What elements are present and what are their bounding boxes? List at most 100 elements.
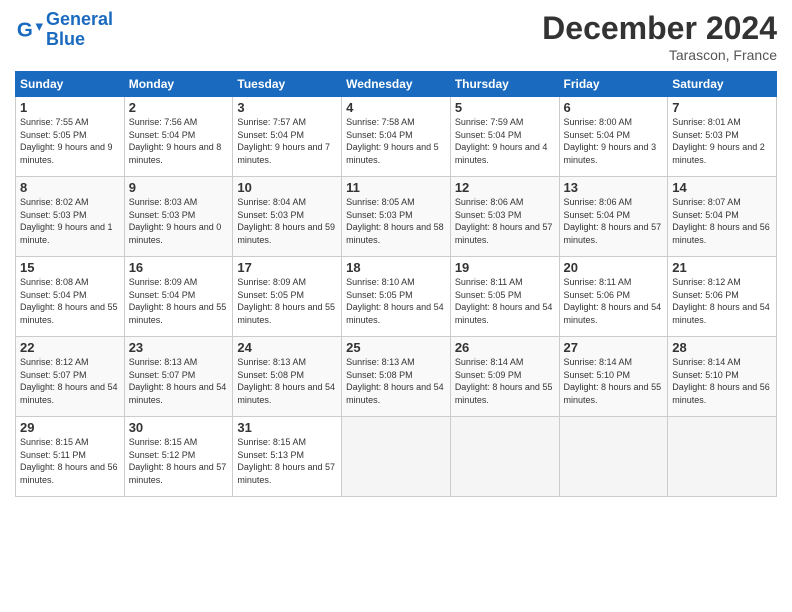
- day-info: Sunrise: 8:06 AMSunset: 5:04 PMDaylight:…: [564, 197, 662, 245]
- calendar-header: G General Blue December 2024 Tarascon, F…: [15, 10, 777, 63]
- day-number: 26: [455, 340, 555, 355]
- header-monday: Monday: [124, 72, 233, 97]
- week-row-3: 15 Sunrise: 8:08 AMSunset: 5:04 PMDaylig…: [16, 257, 777, 337]
- day-number: 4: [346, 100, 446, 115]
- day-number: 29: [20, 420, 120, 435]
- day-cell: 4 Sunrise: 7:58 AMSunset: 5:04 PMDayligh…: [342, 97, 451, 177]
- day-number: 3: [237, 100, 337, 115]
- day-info: Sunrise: 8:00 AMSunset: 5:04 PMDaylight:…: [564, 117, 657, 165]
- day-number: 12: [455, 180, 555, 195]
- day-cell: 30 Sunrise: 8:15 AMSunset: 5:12 PMDaylig…: [124, 417, 233, 497]
- day-cell: 12 Sunrise: 8:06 AMSunset: 5:03 PMDaylig…: [450, 177, 559, 257]
- day-info: Sunrise: 8:13 AMSunset: 5:07 PMDaylight:…: [129, 357, 227, 405]
- day-number: 23: [129, 340, 229, 355]
- day-cell: 27 Sunrise: 8:14 AMSunset: 5:10 PMDaylig…: [559, 337, 668, 417]
- day-info: Sunrise: 7:56 AMSunset: 5:04 PMDaylight:…: [129, 117, 222, 165]
- day-number: 1: [20, 100, 120, 115]
- day-info: Sunrise: 8:13 AMSunset: 5:08 PMDaylight:…: [346, 357, 444, 405]
- day-cell: 22 Sunrise: 8:12 AMSunset: 5:07 PMDaylig…: [16, 337, 125, 417]
- day-number: 11: [346, 180, 446, 195]
- day-cell: 3 Sunrise: 7:57 AMSunset: 5:04 PMDayligh…: [233, 97, 342, 177]
- day-cell: 13 Sunrise: 8:06 AMSunset: 5:04 PMDaylig…: [559, 177, 668, 257]
- day-info: Sunrise: 7:59 AMSunset: 5:04 PMDaylight:…: [455, 117, 548, 165]
- weekday-header-row: Sunday Monday Tuesday Wednesday Thursday…: [16, 72, 777, 97]
- day-number: 19: [455, 260, 555, 275]
- day-number: 27: [564, 340, 664, 355]
- day-info: Sunrise: 8:05 AMSunset: 5:03 PMDaylight:…: [346, 197, 444, 245]
- day-info: Sunrise: 8:15 AMSunset: 5:13 PMDaylight:…: [237, 437, 335, 485]
- day-info: Sunrise: 7:58 AMSunset: 5:04 PMDaylight:…: [346, 117, 439, 165]
- day-cell: 23 Sunrise: 8:13 AMSunset: 5:07 PMDaylig…: [124, 337, 233, 417]
- day-info: Sunrise: 8:04 AMSunset: 5:03 PMDaylight:…: [237, 197, 335, 245]
- day-number: 15: [20, 260, 120, 275]
- header-sunday: Sunday: [16, 72, 125, 97]
- header-tuesday: Tuesday: [233, 72, 342, 97]
- day-cell: [342, 417, 451, 497]
- day-number: 7: [672, 100, 772, 115]
- day-info: Sunrise: 8:14 AMSunset: 5:09 PMDaylight:…: [455, 357, 553, 405]
- day-cell: 19 Sunrise: 8:11 AMSunset: 5:05 PMDaylig…: [450, 257, 559, 337]
- day-number: 24: [237, 340, 337, 355]
- day-number: 9: [129, 180, 229, 195]
- day-cell: 10 Sunrise: 8:04 AMSunset: 5:03 PMDaylig…: [233, 177, 342, 257]
- day-info: Sunrise: 8:09 AMSunset: 5:04 PMDaylight:…: [129, 277, 227, 325]
- day-info: Sunrise: 8:02 AMSunset: 5:03 PMDaylight:…: [20, 197, 113, 245]
- day-info: Sunrise: 8:15 AMSunset: 5:12 PMDaylight:…: [129, 437, 227, 485]
- day-number: 30: [129, 420, 229, 435]
- calendar-container: G General Blue December 2024 Tarascon, F…: [0, 0, 792, 507]
- day-info: Sunrise: 8:15 AMSunset: 5:11 PMDaylight:…: [20, 437, 118, 485]
- day-info: Sunrise: 8:14 AMSunset: 5:10 PMDaylight:…: [564, 357, 662, 405]
- week-row-5: 29 Sunrise: 8:15 AMSunset: 5:11 PMDaylig…: [16, 417, 777, 497]
- day-number: 8: [20, 180, 120, 195]
- title-area: December 2024 Tarascon, France: [542, 10, 777, 63]
- day-cell: 26 Sunrise: 8:14 AMSunset: 5:09 PMDaylig…: [450, 337, 559, 417]
- day-cell: 7 Sunrise: 8:01 AMSunset: 5:03 PMDayligh…: [668, 97, 777, 177]
- day-cell: 16 Sunrise: 8:09 AMSunset: 5:04 PMDaylig…: [124, 257, 233, 337]
- day-number: 28: [672, 340, 772, 355]
- day-number: 20: [564, 260, 664, 275]
- day-info: Sunrise: 8:14 AMSunset: 5:10 PMDaylight:…: [672, 357, 770, 405]
- day-info: Sunrise: 8:01 AMSunset: 5:03 PMDaylight:…: [672, 117, 765, 165]
- day-info: Sunrise: 7:57 AMSunset: 5:04 PMDaylight:…: [237, 117, 330, 165]
- header-friday: Friday: [559, 72, 668, 97]
- day-cell: 8 Sunrise: 8:02 AMSunset: 5:03 PMDayligh…: [16, 177, 125, 257]
- day-number: 16: [129, 260, 229, 275]
- logo: G General Blue: [15, 10, 113, 50]
- day-cell: 24 Sunrise: 8:13 AMSunset: 5:08 PMDaylig…: [233, 337, 342, 417]
- day-info: Sunrise: 8:07 AMSunset: 5:04 PMDaylight:…: [672, 197, 770, 245]
- day-cell: [668, 417, 777, 497]
- week-row-2: 8 Sunrise: 8:02 AMSunset: 5:03 PMDayligh…: [16, 177, 777, 257]
- day-info: Sunrise: 8:13 AMSunset: 5:08 PMDaylight:…: [237, 357, 335, 405]
- day-number: 31: [237, 420, 337, 435]
- day-number: 17: [237, 260, 337, 275]
- day-info: Sunrise: 8:12 AMSunset: 5:07 PMDaylight:…: [20, 357, 118, 405]
- day-cell: 28 Sunrise: 8:14 AMSunset: 5:10 PMDaylig…: [668, 337, 777, 417]
- day-cell: 25 Sunrise: 8:13 AMSunset: 5:08 PMDaylig…: [342, 337, 451, 417]
- day-number: 5: [455, 100, 555, 115]
- logo-icon: G: [15, 16, 43, 44]
- day-cell: 9 Sunrise: 8:03 AMSunset: 5:03 PMDayligh…: [124, 177, 233, 257]
- week-row-4: 22 Sunrise: 8:12 AMSunset: 5:07 PMDaylig…: [16, 337, 777, 417]
- header-thursday: Thursday: [450, 72, 559, 97]
- day-cell: 1 Sunrise: 7:55 AMSunset: 5:05 PMDayligh…: [16, 97, 125, 177]
- day-info: Sunrise: 8:10 AMSunset: 5:05 PMDaylight:…: [346, 277, 444, 325]
- logo-text2: Blue: [46, 30, 113, 50]
- day-cell: 14 Sunrise: 8:07 AMSunset: 5:04 PMDaylig…: [668, 177, 777, 257]
- day-cell: [559, 417, 668, 497]
- logo-text: General: [46, 10, 113, 30]
- day-cell: 17 Sunrise: 8:09 AMSunset: 5:05 PMDaylig…: [233, 257, 342, 337]
- day-number: 2: [129, 100, 229, 115]
- day-cell: 6 Sunrise: 8:00 AMSunset: 5:04 PMDayligh…: [559, 97, 668, 177]
- location: Tarascon, France: [542, 47, 777, 63]
- day-info: Sunrise: 8:11 AMSunset: 5:06 PMDaylight:…: [564, 277, 662, 325]
- day-cell: 5 Sunrise: 7:59 AMSunset: 5:04 PMDayligh…: [450, 97, 559, 177]
- day-cell: 18 Sunrise: 8:10 AMSunset: 5:05 PMDaylig…: [342, 257, 451, 337]
- day-info: Sunrise: 8:06 AMSunset: 5:03 PMDaylight:…: [455, 197, 553, 245]
- day-cell: 21 Sunrise: 8:12 AMSunset: 5:06 PMDaylig…: [668, 257, 777, 337]
- calendar-table: Sunday Monday Tuesday Wednesday Thursday…: [15, 71, 777, 497]
- day-number: 14: [672, 180, 772, 195]
- month-title: December 2024: [542, 10, 777, 47]
- day-number: 10: [237, 180, 337, 195]
- day-number: 25: [346, 340, 446, 355]
- day-cell: 11 Sunrise: 8:05 AMSunset: 5:03 PMDaylig…: [342, 177, 451, 257]
